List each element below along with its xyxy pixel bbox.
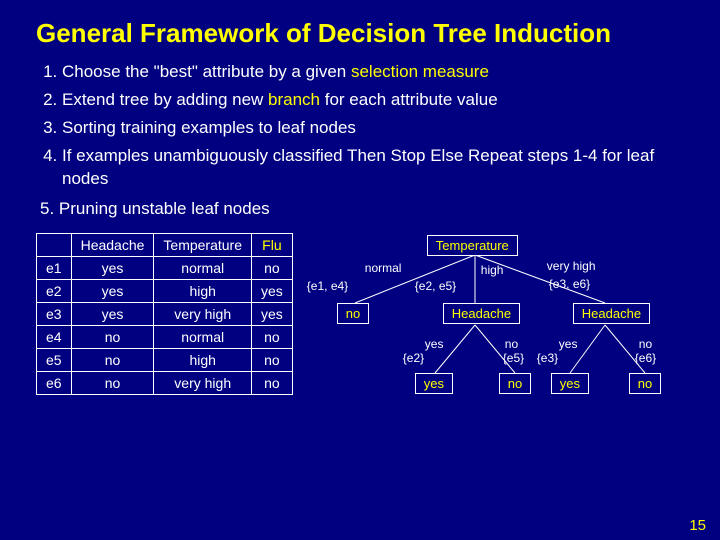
- step-1-highlight: selection measure: [351, 62, 489, 81]
- step-2-text-c: for each attribute value: [320, 90, 498, 109]
- set-e6: {e6}: [635, 351, 656, 365]
- leaf-yes-2: yes: [551, 373, 589, 394]
- tree-root-node: Temperature: [427, 235, 518, 256]
- leaf-node-no: no: [337, 303, 369, 324]
- table-row: e5nohighno: [37, 348, 293, 371]
- table-header-row: Headache Temperature Flu: [37, 233, 293, 256]
- th-headache: Headache: [71, 233, 154, 256]
- step-2: Extend tree by adding new branch for eac…: [62, 89, 684, 112]
- table-row: e6novery highno: [37, 371, 293, 394]
- decision-tree: Temperature normal high very high {e1, e…: [315, 233, 684, 395]
- split-set-1: {e1, e4}: [307, 279, 348, 293]
- set-e5: {e5}: [503, 351, 524, 365]
- split-set-3: {e3, e6}: [549, 277, 590, 291]
- step-1-text-a: Choose the "best" attribute by a given: [62, 62, 351, 81]
- edge-h2-no: no: [639, 337, 652, 351]
- step-2-text-a: Extend tree by adding new: [62, 90, 268, 109]
- page-number: 15: [689, 517, 706, 534]
- table-row: e3yesvery highyes: [37, 302, 293, 325]
- table-row: e4nonormalno: [37, 325, 293, 348]
- table-row: e2yeshighyes: [37, 279, 293, 302]
- headache-node-1: Headache: [443, 303, 520, 324]
- step-5: 5. Pruning unstable leaf nodes: [40, 199, 684, 219]
- edge-label-high: high: [481, 263, 504, 277]
- edge-h1-no: no: [505, 337, 518, 351]
- step-2-highlight: branch: [268, 90, 320, 109]
- steps-list: Choose the "best" attribute by a given s…: [36, 61, 684, 191]
- examples-table: Headache Temperature Flu e1yesnormalno e…: [36, 233, 293, 395]
- step-3: Sorting training examples to leaf nodes: [62, 117, 684, 140]
- step-1: Choose the "best" attribute by a given s…: [62, 61, 684, 84]
- leaf-no-2: no: [629, 373, 661, 394]
- edge-h2-yes: yes: [559, 337, 578, 351]
- content-row: Headache Temperature Flu e1yesnormalno e…: [36, 233, 684, 395]
- th-blank: [37, 233, 72, 256]
- slide: General Framework of Decision Tree Induc…: [0, 0, 720, 540]
- set-e2: {e2}: [403, 351, 424, 365]
- step-4: If examples unambiguously classified The…: [62, 145, 684, 191]
- th-flu: Flu: [252, 233, 293, 256]
- th-temperature: Temperature: [154, 233, 252, 256]
- edge-label-normal: normal: [365, 261, 402, 275]
- slide-title: General Framework of Decision Tree Induc…: [36, 18, 684, 49]
- set-e3: {e3}: [537, 351, 558, 365]
- table-row: e1yesnormalno: [37, 256, 293, 279]
- table-body: e1yesnormalno e2yeshighyes e3yesvery hig…: [37, 256, 293, 394]
- edge-h1-yes: yes: [425, 337, 444, 351]
- headache-node-2: Headache: [573, 303, 650, 324]
- leaf-yes-1: yes: [415, 373, 453, 394]
- leaf-no-1: no: [499, 373, 531, 394]
- edge-label-veryhigh: very high: [547, 259, 596, 273]
- split-set-2: {e2, e5}: [415, 279, 456, 293]
